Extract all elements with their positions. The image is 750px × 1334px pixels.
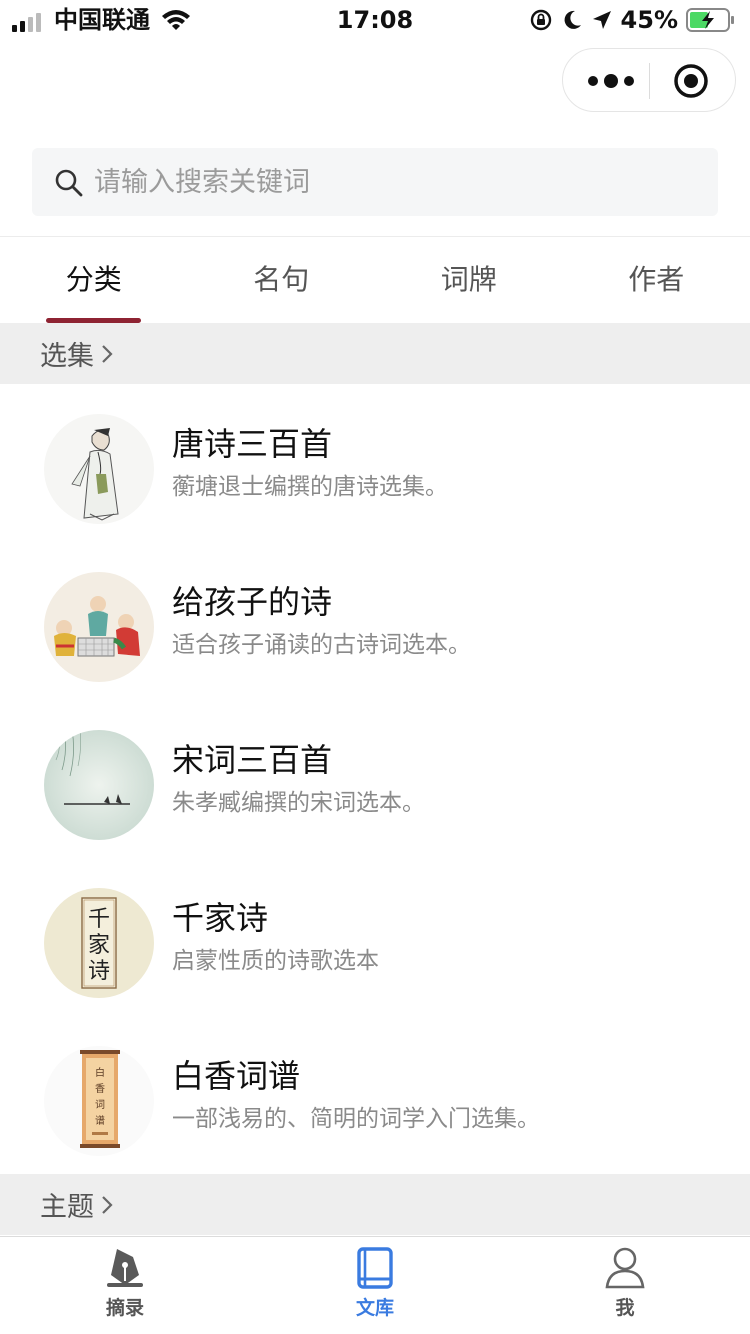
battery-percent: 45% bbox=[620, 6, 678, 34]
poet-figure-image bbox=[44, 414, 154, 524]
location-icon bbox=[592, 11, 611, 29]
user-icon bbox=[605, 1247, 645, 1289]
children-playing-image bbox=[44, 572, 154, 682]
item-title: 宋词三百首 bbox=[172, 741, 333, 779]
cover-char-4: 谱 bbox=[95, 1114, 105, 1127]
calligraphy-scroll-image: 千 家 诗 bbox=[44, 888, 154, 998]
battery-icon bbox=[686, 8, 734, 32]
tab-category[interactable]: 分类 bbox=[0, 237, 188, 323]
tabbar-label: 我 bbox=[615, 1297, 635, 1319]
section-title: 选集 bbox=[40, 341, 94, 372]
capsule-divider bbox=[649, 63, 650, 99]
section-header-themes[interactable]: 主题 bbox=[0, 1174, 750, 1235]
item-description: 蘅塘退士编撰的唐诗选集。 bbox=[172, 474, 448, 500]
item-title: 千家诗 bbox=[172, 899, 269, 937]
search-input[interactable] bbox=[94, 148, 694, 216]
pen-nib-icon bbox=[107, 1249, 143, 1287]
moon-icon bbox=[564, 10, 581, 29]
item-description: 朱孝臧编撰的宋词选本。 bbox=[172, 790, 425, 816]
cover-char-3: 词 bbox=[95, 1099, 105, 1111]
tab-label: 作者 bbox=[628, 263, 685, 296]
tab-label: 词牌 bbox=[440, 263, 497, 296]
tabbar-label: 文库 bbox=[355, 1297, 394, 1319]
item-description: 适合孩子诵读的古诗词选本。 bbox=[172, 632, 471, 658]
list-item-qianjiashi[interactable]: 千 家 诗 千家诗 启蒙性质的诗歌选本 bbox=[0, 858, 750, 1016]
cover-char-2: 香 bbox=[95, 1083, 105, 1095]
cover-char-1: 白 bbox=[95, 1066, 105, 1079]
app-screen: 中国联通 17:08 45% 请输入搜索关键词 分类 名句 词牌 作者 选集 唐… bbox=[0, 0, 750, 1334]
tab-label: 名句 bbox=[253, 263, 310, 296]
search-icon bbox=[55, 169, 83, 197]
list-item-songci[interactable]: 宋词三百首 朱孝臧编撰的宋词选本。 bbox=[0, 700, 750, 858]
section-header-collections[interactable]: 选集 bbox=[0, 323, 750, 384]
list-item-children-poems[interactable]: 给孩子的诗 适合孩子诵读的古诗词选本。 bbox=[0, 542, 750, 700]
tabbar-item-library[interactable]: 文库 bbox=[250, 1237, 500, 1334]
item-title: 白香词谱 bbox=[172, 1057, 301, 1095]
willow-river-image bbox=[44, 730, 154, 840]
target-circle-icon[interactable] bbox=[673, 63, 709, 99]
item-title: 唐诗三百首 bbox=[172, 425, 333, 463]
book-cover-image: 白 香 词 谱 bbox=[44, 1046, 154, 1156]
status-right: 45% bbox=[529, 6, 736, 34]
rotation-lock-icon bbox=[530, 9, 551, 31]
item-title: 给孩子的诗 bbox=[172, 583, 333, 621]
list-item-baixiang[interactable]: 白 香 词 谱 白香词谱 一部浅易的、简明的词学入门选集。 bbox=[0, 1016, 750, 1174]
collection-list: 唐诗三百首 蘅塘退士编撰的唐诗选集。 给孩子的诗 适合孩子诵读的古诗词选本。 宋… bbox=[0, 384, 750, 1174]
bottom-tab-bar: 摘录 文库 我 bbox=[0, 1236, 750, 1334]
tabbar-item-me[interactable]: 我 bbox=[500, 1237, 750, 1334]
item-description: 一部浅易的、简明的词学入门选集。 bbox=[172, 1106, 540, 1132]
tab-authors[interactable]: 作者 bbox=[563, 237, 750, 323]
scroll-char-1: 千 bbox=[88, 907, 110, 932]
chevron-right-icon bbox=[102, 1195, 113, 1214]
tab-label: 分类 bbox=[65, 263, 122, 296]
chevron-right-icon bbox=[102, 344, 113, 363]
book-icon bbox=[357, 1247, 393, 1289]
more-dots-icon[interactable] bbox=[585, 67, 637, 95]
section-title: 主题 bbox=[40, 1192, 94, 1223]
category-tabs: 分类 名句 词牌 作者 bbox=[0, 237, 750, 323]
mini-program-capsule bbox=[562, 48, 736, 112]
tab-cipai[interactable]: 词牌 bbox=[375, 237, 563, 323]
search-bar[interactable] bbox=[32, 148, 718, 216]
list-item-tangshi[interactable]: 唐诗三百首 蘅塘退士编撰的唐诗选集。 bbox=[0, 384, 750, 542]
tabbar-item-excerpts[interactable]: 摘录 bbox=[0, 1237, 250, 1334]
scroll-char-3: 诗 bbox=[88, 959, 110, 984]
item-description: 启蒙性质的诗歌选本 bbox=[172, 948, 379, 974]
status-bar: 中国联通 17:08 45% bbox=[0, 0, 750, 40]
tabbar-label: 摘录 bbox=[105, 1297, 144, 1319]
scroll-char-2: 家 bbox=[88, 933, 110, 958]
tab-famous-lines[interactable]: 名句 bbox=[188, 237, 376, 323]
